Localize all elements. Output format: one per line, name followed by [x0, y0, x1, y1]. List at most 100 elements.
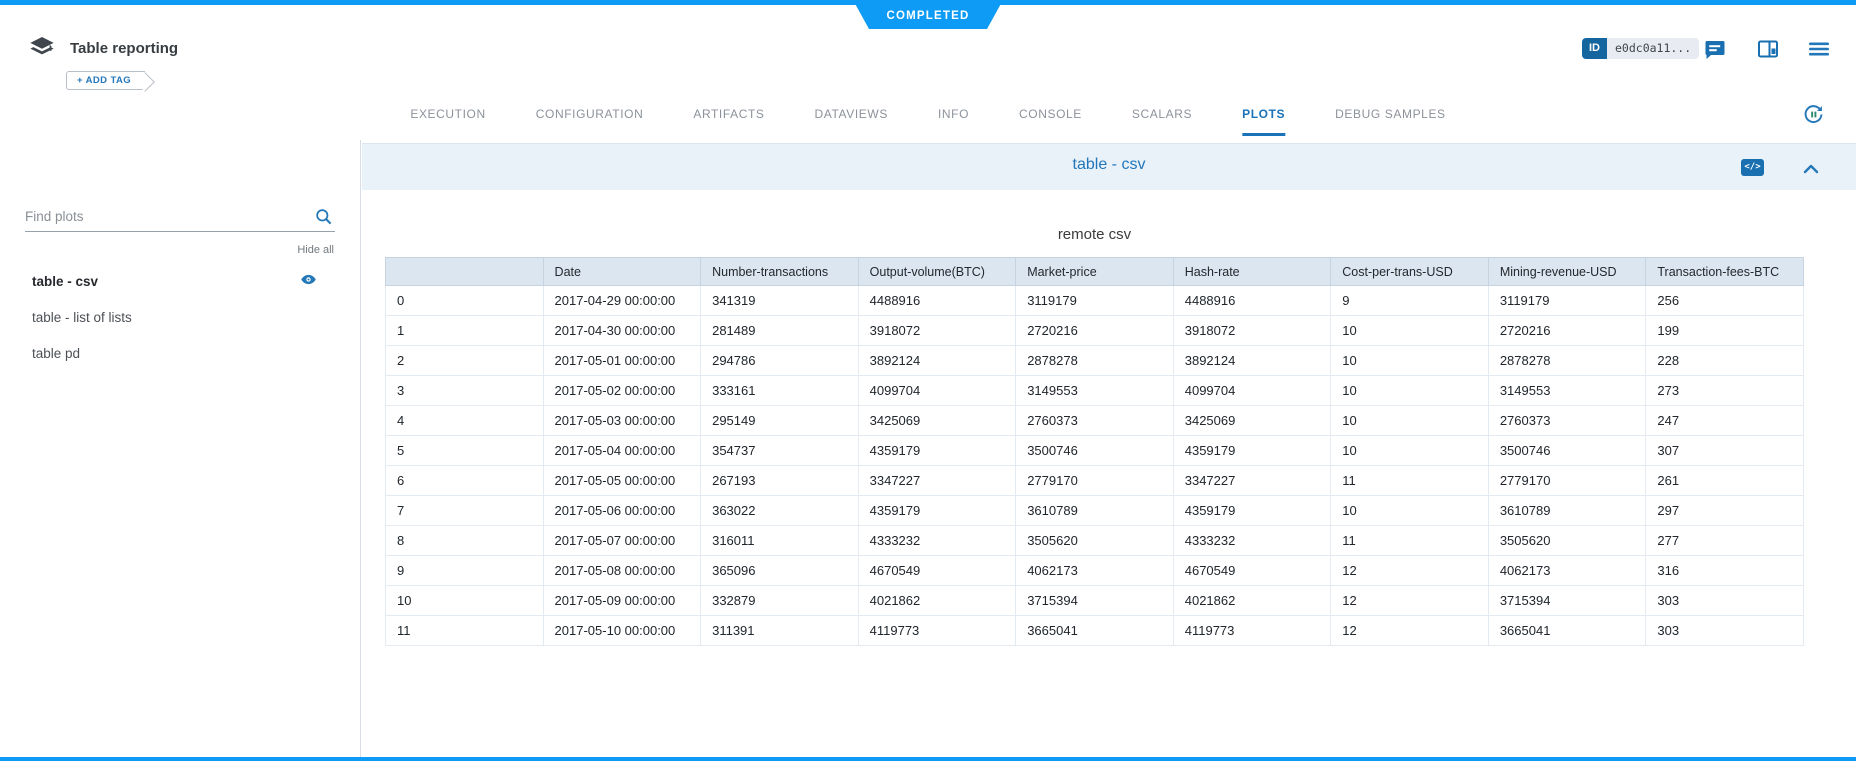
- table-cell: 303: [1646, 616, 1804, 646]
- auto-refresh-icon[interactable]: [1802, 103, 1825, 126]
- comments-icon[interactable]: [1702, 37, 1726, 61]
- tab-bar-tabs: EXECUTION CONFIGURATION ARTIFACTS DATAVIEWS…: [410, 94, 1445, 136]
- table-cell: 4099704: [858, 376, 1016, 406]
- table-cell: 3425069: [1173, 406, 1331, 436]
- id-label: ID: [1582, 38, 1607, 59]
- tab-artifacts[interactable]: ARTIFACTS: [693, 94, 764, 136]
- plots-sidebar: Hide all table - csv table - list of list…: [0, 140, 361, 757]
- table-cell: 2878278: [1016, 346, 1174, 376]
- tab-configuration[interactable]: CONFIGURATION: [536, 94, 644, 136]
- plot-panel-header: table - csv </>: [362, 143, 1856, 190]
- table-row: 52017-05-04 00:00:0035473743591793500746…: [386, 436, 1804, 466]
- menu-icon[interactable]: [1807, 37, 1831, 61]
- find-plots-input[interactable]: [25, 203, 303, 229]
- table-cell: 4099704: [1173, 376, 1331, 406]
- table-cell: 2017-05-09 00:00:00: [543, 586, 701, 616]
- tab-info[interactable]: INFO: [938, 94, 969, 136]
- table-cell: 2779170: [1016, 466, 1174, 496]
- table-cell: 3: [386, 376, 544, 406]
- table-row: 02017-04-29 00:00:0034131944889163119179…: [386, 286, 1804, 316]
- table-cell: 3500746: [1488, 436, 1646, 466]
- table-cell: 3500746: [1016, 436, 1174, 466]
- embed-code-icon[interactable]: </>: [1741, 159, 1764, 176]
- table-cell: 2017-05-05 00:00:00: [543, 466, 701, 496]
- table-cell: 4119773: [1173, 616, 1331, 646]
- table-column-header: Market-price: [1016, 258, 1174, 286]
- table-cell: 307: [1646, 436, 1804, 466]
- table-cell: 3149553: [1488, 376, 1646, 406]
- table-cell: 3665041: [1488, 616, 1646, 646]
- plot-list: table - csv table - list of lists table pd: [25, 263, 317, 371]
- experiment-id-badge[interactable]: ID e0dc0a11...: [1582, 38, 1699, 59]
- table-cell: 4359179: [1173, 436, 1331, 466]
- table-cell: 10: [1331, 496, 1489, 526]
- tab-console[interactable]: CONSOLE: [1019, 94, 1082, 136]
- plot-list-item[interactable]: table - csv: [25, 263, 317, 299]
- eye-icon[interactable]: [300, 271, 317, 291]
- table-cell: 294786: [701, 346, 859, 376]
- app-window: COMPLETED Table reporting + ADD TAG ID e…: [0, 0, 1856, 761]
- table-column-header: Output-volume(BTC): [858, 258, 1016, 286]
- table-cell: 10: [1331, 376, 1489, 406]
- table-cell: 2017-05-03 00:00:00: [543, 406, 701, 436]
- search-icon[interactable]: [314, 207, 333, 226]
- table-cell: 4021862: [858, 586, 1016, 616]
- details-layout-icon[interactable]: [1756, 37, 1780, 61]
- table-column-header: Cost-per-trans-USD: [1331, 258, 1489, 286]
- table-cell: 11: [1331, 466, 1489, 496]
- table-cell: 2017-05-07 00:00:00: [543, 526, 701, 556]
- table-cell: 2779170: [1488, 466, 1646, 496]
- table-cell: 4359179: [858, 496, 1016, 526]
- table-row: 42017-05-03 00:00:0029514934250692760373…: [386, 406, 1804, 436]
- table-cell: 261: [1646, 466, 1804, 496]
- add-tag-button[interactable]: + ADD TAG: [66, 71, 145, 90]
- table-cell: 2017-04-30 00:00:00: [543, 316, 701, 346]
- plot-list-item[interactable]: table pd: [25, 335, 317, 371]
- tab-execution[interactable]: EXECUTION: [410, 94, 485, 136]
- table-cell: 9: [386, 556, 544, 586]
- table-column-header: Mining-revenue-USD: [1488, 258, 1646, 286]
- plot-list-item[interactable]: table - list of lists: [25, 299, 317, 335]
- table-cell: 267193: [701, 466, 859, 496]
- hide-all-link[interactable]: Hide all: [297, 244, 334, 256]
- table-header: DateNumber-transactionsOutput-volume(BTC…: [386, 258, 1804, 286]
- plot-item-label: table - csv: [32, 274, 98, 289]
- table-cell: 2760373: [1016, 406, 1174, 436]
- table-cell: 4333232: [1173, 526, 1331, 556]
- table-cell: 4062173: [1488, 556, 1646, 586]
- tab-dataviews[interactable]: DATAVIEWS: [815, 94, 888, 136]
- table-cell: 341319: [701, 286, 859, 316]
- table-cell: 9: [1331, 286, 1489, 316]
- chart-title: remote csv: [385, 226, 1804, 243]
- table-cell: 4: [386, 406, 544, 436]
- status-badge: COMPLETED: [853, 0, 1003, 29]
- table-cell: 10: [1331, 406, 1489, 436]
- table-cell: 4359179: [1173, 496, 1331, 526]
- plot-item-label: table - list of lists: [32, 310, 132, 325]
- table-cell: 4488916: [1173, 286, 1331, 316]
- bottom-accent-bar: [0, 757, 1856, 761]
- table-cell: 316011: [701, 526, 859, 556]
- table-row: 32017-05-02 00:00:0033316140997043149553…: [386, 376, 1804, 406]
- table-cell: 3892124: [1173, 346, 1331, 376]
- table-cell: 3505620: [1488, 526, 1646, 556]
- table-cell: 3425069: [858, 406, 1016, 436]
- table-cell: 3665041: [1016, 616, 1174, 646]
- table-cell: 2017-05-08 00:00:00: [543, 556, 701, 586]
- csv-data-table: DateNumber-transactionsOutput-volume(BTC…: [385, 257, 1804, 646]
- table-row: 62017-05-05 00:00:0026719333472272779170…: [386, 466, 1804, 496]
- plot-panel-title[interactable]: table - csv: [362, 156, 1856, 174]
- table-cell: 273: [1646, 376, 1804, 406]
- collapse-panel-icon[interactable]: [1803, 161, 1819, 173]
- tab-plots[interactable]: PLOTS: [1242, 94, 1285, 136]
- table-cell: 2017-05-02 00:00:00: [543, 376, 701, 406]
- tab-scalars[interactable]: SCALARS: [1132, 94, 1192, 136]
- table-cell: 4119773: [858, 616, 1016, 646]
- table-cell: 3505620: [1016, 526, 1174, 556]
- table-cell: 3119179: [1488, 286, 1646, 316]
- table-cell: 3715394: [1488, 586, 1646, 616]
- tab-debug-samples[interactable]: DEBUG SAMPLES: [1335, 94, 1446, 136]
- table-cell: 3149553: [1016, 376, 1174, 406]
- table-cell: 3119179: [1016, 286, 1174, 316]
- table-row: 92017-05-08 00:00:0036509646705494062173…: [386, 556, 1804, 586]
